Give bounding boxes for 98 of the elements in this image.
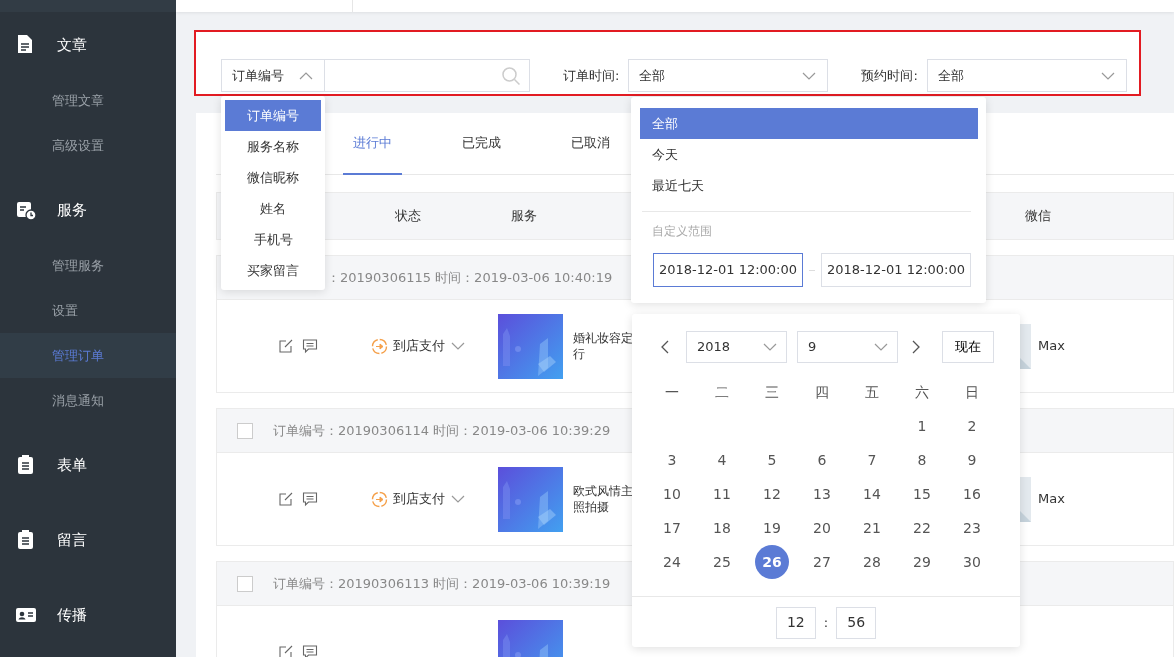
checkbox[interactable] bbox=[237, 575, 253, 592]
calendar-day[interactable]: 30 bbox=[955, 545, 989, 579]
service-title: 婚礼妆容定行 bbox=[573, 330, 633, 362]
calendar-day[interactable]: 5 bbox=[755, 443, 789, 477]
calendar-day[interactable]: 16 bbox=[955, 477, 989, 511]
order-time-select[interactable]: 全部 bbox=[628, 59, 829, 92]
comment-icon[interactable] bbox=[302, 644, 318, 657]
calendar-day[interactable]: 21 bbox=[855, 511, 889, 545]
search-type-select[interactable]: 订单编号 bbox=[221, 59, 325, 92]
menu-item[interactable]: 服务名称 bbox=[225, 131, 321, 162]
payment-icon bbox=[371, 490, 388, 508]
calendar-day[interactable]: 12 bbox=[755, 477, 789, 511]
section-label: 自定义范围 bbox=[651, 223, 713, 240]
month-select[interactable]: 9 bbox=[797, 331, 898, 363]
status-text: 到店支付 bbox=[393, 337, 445, 356]
tab[interactable]: 已完成 bbox=[452, 113, 511, 175]
calendar-day[interactable]: 23 bbox=[955, 511, 989, 545]
menu-item[interactable]: 今天 bbox=[640, 139, 978, 170]
now-button[interactable]: 现在 bbox=[942, 331, 994, 363]
calendar-day[interactable]: 25 bbox=[705, 545, 739, 579]
minute-field[interactable]: 56 bbox=[836, 606, 877, 639]
sidebar-section[interactable]: 表单 bbox=[57, 453, 87, 477]
calendar-day[interactable]: 6 bbox=[805, 443, 839, 477]
order-info: 订单编号：20190306114 时间：2019-03-06 10:39:29 bbox=[273, 421, 611, 440]
calendar-day[interactable]: 18 bbox=[705, 511, 739, 545]
calendar-day[interactable]: 22 bbox=[905, 511, 939, 545]
sidebar-section[interactable]: 服务 bbox=[57, 198, 87, 222]
filter-label: 预约时间: bbox=[861, 66, 918, 85]
comment-icon[interactable] bbox=[302, 338, 318, 354]
sidebar-item[interactable]: 高级设置 bbox=[0, 123, 176, 168]
calendar-day[interactable]: 10 bbox=[655, 477, 689, 511]
menu-item[interactable]: 手机号 bbox=[225, 224, 321, 255]
sidebar-item[interactable]: 设置 bbox=[0, 288, 176, 333]
sidebar-section[interactable]: 留言 bbox=[57, 528, 87, 552]
calendar-day[interactable]: 26 bbox=[755, 545, 789, 579]
hour-field[interactable]: 12 bbox=[775, 606, 816, 639]
buyer-name: Max bbox=[1038, 337, 1065, 356]
menu-item[interactable]: 买家留言 bbox=[225, 255, 321, 286]
calendar-day[interactable]: 3 bbox=[655, 443, 689, 477]
booking-time-select[interactable]: 全部 bbox=[926, 59, 1127, 92]
buyer-name: Max bbox=[1038, 490, 1065, 509]
calendar-day[interactable]: 28 bbox=[855, 545, 889, 579]
menu-item[interactable]: 最近七天 bbox=[640, 170, 978, 201]
weekday-label: 一 bbox=[664, 382, 680, 402]
calendar-day[interactable]: 17 bbox=[655, 511, 689, 545]
calendar-day[interactable]: 8 bbox=[905, 443, 939, 477]
tab[interactable]: 进行中 bbox=[343, 113, 402, 175]
column-header: 微信 bbox=[1024, 207, 1052, 226]
calendar-day[interactable]: 11 bbox=[705, 477, 739, 511]
weekday-label: 六 bbox=[914, 382, 930, 402]
sidebar-section[interactable]: 传播 bbox=[57, 603, 87, 627]
search-field[interactable] bbox=[325, 59, 530, 92]
calendar-day[interactable]: 24 bbox=[655, 545, 689, 579]
edit-icon[interactable] bbox=[278, 338, 294, 354]
calendar-day[interactable]: 9 bbox=[955, 443, 989, 477]
order-info: 订单编号：20190306113 时间：2019-03-06 10:39:19 bbox=[273, 574, 611, 593]
calendar-day[interactable]: 19 bbox=[755, 511, 789, 545]
menu-item[interactable]: 微信昵称 bbox=[225, 162, 321, 193]
comment-icon[interactable] bbox=[302, 491, 318, 507]
tab[interactable]: 已取消 bbox=[561, 113, 620, 175]
menu-item[interactable]: 全部 bbox=[640, 108, 978, 139]
weekday-label: 日 bbox=[964, 382, 980, 402]
calendar-clock-icon bbox=[15, 199, 37, 221]
sidebar-item[interactable]: 消息通知 bbox=[0, 378, 176, 423]
search-icon bbox=[501, 65, 521, 86]
calendar-day[interactable]: 4 bbox=[705, 443, 739, 477]
payment-icon bbox=[371, 337, 388, 355]
weekday-label: 五 bbox=[864, 382, 880, 402]
column-header: 服务 bbox=[510, 207, 538, 226]
year-select[interactable]: 2018 bbox=[686, 331, 787, 363]
checkbox[interactable] bbox=[237, 422, 253, 439]
time-separator: : bbox=[823, 613, 829, 632]
filter-label: 订单时间: bbox=[563, 66, 620, 85]
start-date-field[interactable]: 2018-12-01 12:00:00 bbox=[653, 253, 803, 287]
sidebar-section[interactable]: 文章 bbox=[57, 33, 87, 57]
weekday-label: 三 bbox=[764, 382, 780, 402]
weekday-label: 四 bbox=[814, 382, 830, 402]
sidebar-item[interactable]: 管理服务 bbox=[0, 243, 176, 288]
end-date-field[interactable]: 2018-12-01 12:00:00 bbox=[821, 253, 971, 287]
service-title: 欧式风情主照拍摄 bbox=[573, 483, 633, 515]
calendar-day[interactable]: 13 bbox=[805, 477, 839, 511]
edit-icon[interactable] bbox=[278, 644, 294, 657]
calendar-day[interactable]: 2 bbox=[955, 409, 989, 443]
calendar-day[interactable]: 15 bbox=[905, 477, 939, 511]
calendar-day[interactable]: 27 bbox=[805, 545, 839, 579]
calendar-day[interactable]: 1 bbox=[905, 409, 939, 443]
calendar-day[interactable]: 14 bbox=[855, 477, 889, 511]
sidebar-item[interactable]: 管理文章 bbox=[0, 78, 176, 123]
edit-icon[interactable] bbox=[278, 491, 294, 507]
calendar-day[interactable]: 20 bbox=[805, 511, 839, 545]
order-info: ：20190306115 时间：2019-03-06 10:40:19 bbox=[327, 268, 613, 287]
weekday-label: 二 bbox=[714, 382, 730, 402]
menu-item[interactable]: 订单编号 bbox=[225, 100, 321, 131]
calendar-day[interactable]: 29 bbox=[905, 545, 939, 579]
calendar-day[interactable]: 7 bbox=[855, 443, 889, 477]
status-text: 到店支付 bbox=[393, 490, 445, 509]
menu-item[interactable]: 姓名 bbox=[225, 193, 321, 224]
column-header: 状态 bbox=[394, 207, 422, 226]
